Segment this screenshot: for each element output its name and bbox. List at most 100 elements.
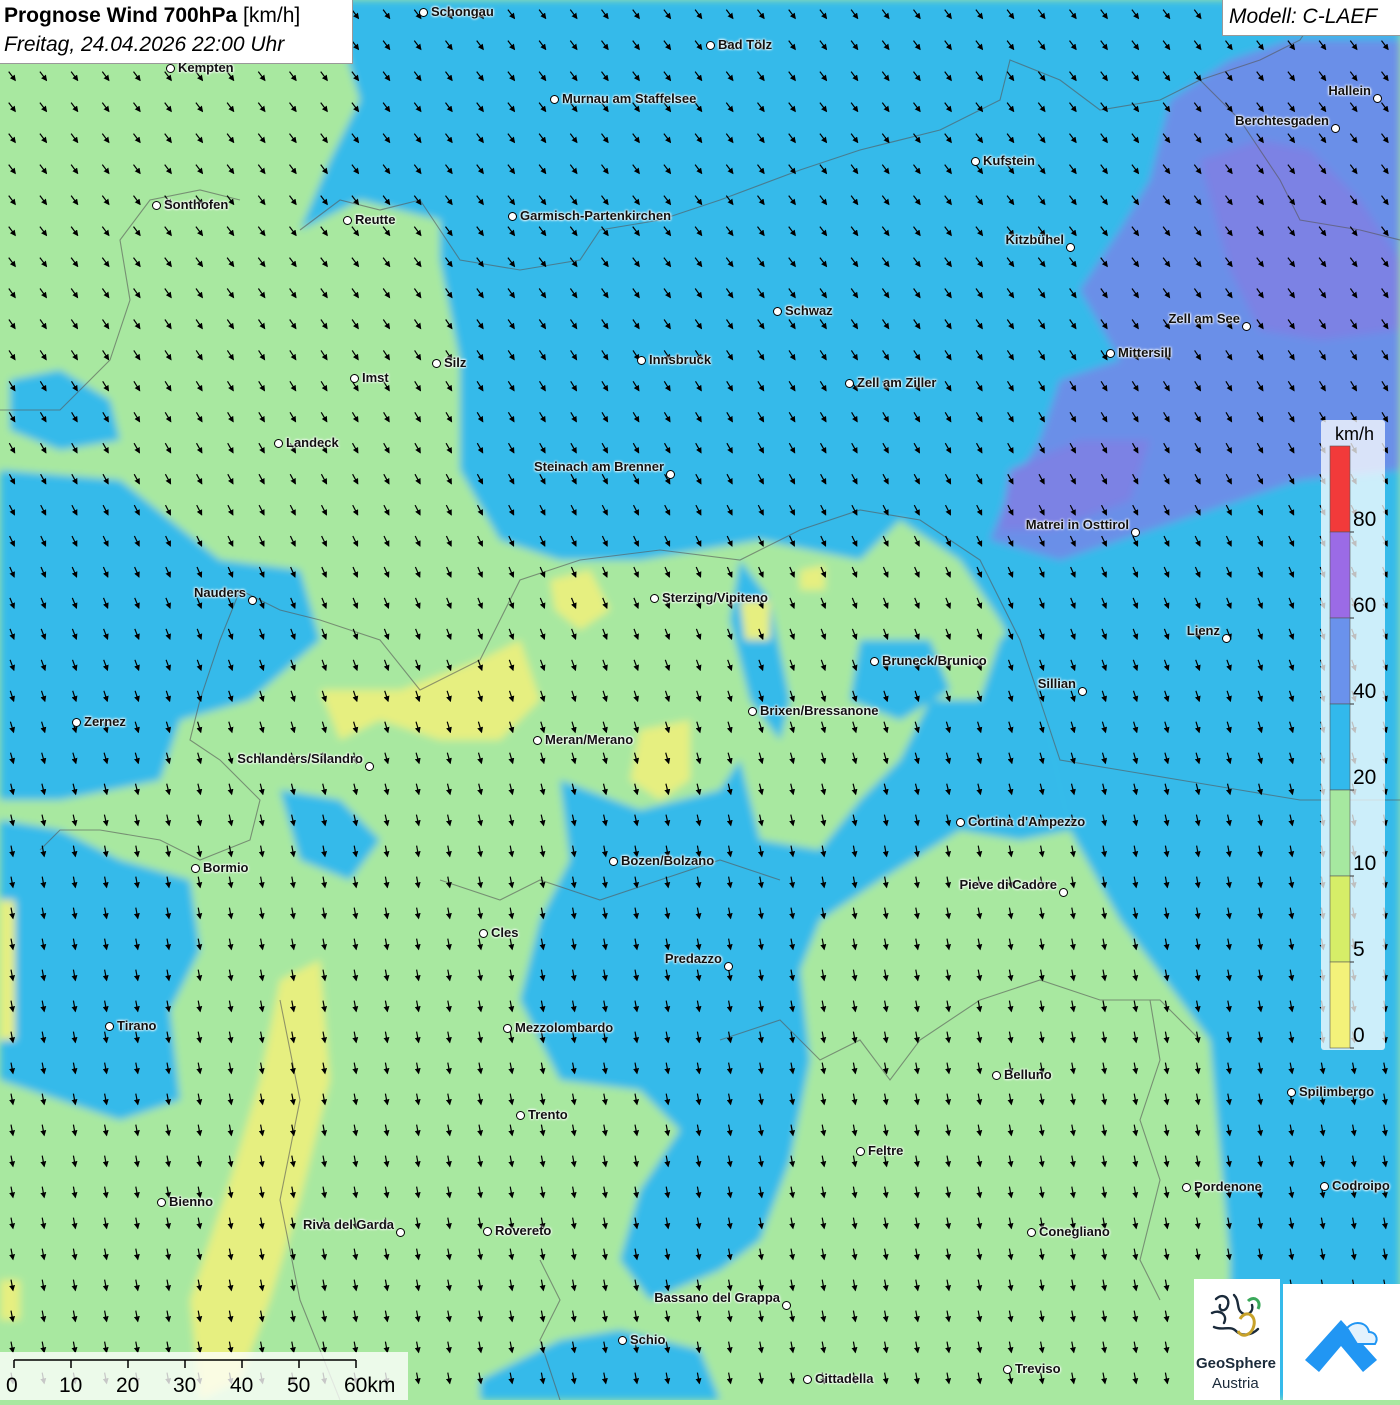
title-unit: [km/h]	[243, 4, 301, 27]
city-label: Lienz	[1186, 623, 1220, 638]
city-label: Zell am Ziller	[857, 375, 937, 390]
city-marker	[1027, 1228, 1036, 1237]
city-marker	[1131, 528, 1140, 537]
city-label: Murnau am Staffelsee	[562, 91, 697, 106]
city-label: Mezzolombardo	[515, 1020, 614, 1035]
legend-tick-label: 60	[1353, 594, 1376, 617]
city-label: Predazzo	[664, 951, 722, 966]
geosphere-icon	[1210, 1293, 1261, 1337]
city-marker	[1003, 1365, 1012, 1374]
city-marker	[782, 1301, 791, 1310]
legend-tick-label: 80	[1353, 508, 1376, 531]
city-label: Meran/Merano	[545, 732, 634, 747]
city-label: Pieve di Cadore	[959, 877, 1057, 892]
city-label: Schongau	[431, 4, 494, 19]
city-marker	[365, 762, 374, 771]
city-marker	[248, 596, 257, 605]
city-marker	[650, 594, 659, 603]
city-marker	[609, 857, 618, 866]
city-label: Spilimbergo	[1299, 1084, 1375, 1099]
city-marker	[803, 1375, 812, 1384]
city-marker	[166, 64, 175, 73]
city-marker	[432, 359, 441, 368]
legend-tick-label: 20	[1353, 766, 1376, 789]
city-label: Silz	[444, 355, 467, 370]
city-label: Kempten	[178, 60, 234, 75]
city-label: Cles	[491, 925, 519, 940]
city-marker	[1287, 1088, 1296, 1097]
scale-label: 20	[116, 1374, 139, 1397]
city-label: Cortina d'Ampezzo	[968, 814, 1086, 829]
scale-label: 60km	[344, 1374, 395, 1397]
city-label: Sillian	[1037, 676, 1076, 691]
city-marker	[666, 470, 675, 479]
legend-swatch	[1329, 617, 1351, 705]
city-marker	[870, 657, 879, 666]
city-label: Pordenone	[1194, 1179, 1262, 1194]
scale-bar: 0 10 20 30 40 50 60km	[0, 1352, 408, 1400]
city-marker	[1242, 322, 1251, 331]
scale-label: 0	[6, 1374, 18, 1397]
city-label: Cittadella	[815, 1371, 874, 1386]
city-label: Schlanders/Silandro	[237, 751, 363, 766]
legend-tick-label: 40	[1353, 680, 1376, 703]
legend-tick-label: 0	[1353, 1024, 1365, 1047]
legend-swatch	[1329, 703, 1351, 791]
city-label: Mittersill	[1118, 345, 1172, 360]
city-marker	[1222, 634, 1231, 643]
city-marker	[992, 1071, 1001, 1080]
city-marker	[1331, 124, 1340, 133]
model-label: Modell: C-LAEF	[1229, 5, 1378, 28]
city-label: Riva del Garda	[302, 1217, 394, 1232]
legend-swatch	[1329, 531, 1351, 619]
city-label: Bad Tölz	[718, 37, 773, 52]
legend-tick-label: 10	[1353, 852, 1376, 875]
city-marker	[724, 962, 733, 971]
city-marker	[856, 1147, 865, 1156]
city-marker	[274, 439, 283, 448]
city-label: Matrei in Osttirol	[1025, 517, 1129, 532]
city-marker	[1066, 243, 1075, 252]
city-marker	[1320, 1182, 1329, 1191]
city-label: Treviso	[1015, 1361, 1061, 1376]
city-label: Bienno	[169, 1194, 214, 1209]
city-marker	[748, 707, 757, 716]
city-marker	[1059, 888, 1068, 897]
city-label: Zernez	[84, 714, 126, 729]
legend-tick-label: 5	[1353, 938, 1365, 961]
city-label: Rovereto	[495, 1223, 552, 1238]
city-label: Feltre	[868, 1143, 904, 1158]
city-marker	[773, 307, 782, 316]
city-marker	[157, 1198, 166, 1207]
legend-swatch	[1329, 875, 1351, 963]
city-label: Garmisch-Partenkirchen	[520, 208, 672, 223]
city-label: Tirano	[117, 1018, 157, 1033]
city-label: Schio	[630, 1332, 666, 1347]
geosphere-name: GeoSphere	[1196, 1355, 1277, 1372]
city-label: Trento	[528, 1107, 568, 1122]
legend-swatch	[1329, 961, 1351, 1049]
city-marker	[971, 157, 980, 166]
scale-ruler: 0 10 20 30 40 50 60km	[6, 1359, 395, 1397]
city-marker	[637, 356, 646, 365]
city-marker	[516, 1111, 525, 1120]
city-label: Conegliano	[1039, 1224, 1110, 1239]
city-marker	[350, 374, 359, 383]
city-marker	[618, 1336, 627, 1345]
city-label: Kufstein	[983, 153, 1035, 168]
scale-label: 10	[59, 1374, 82, 1397]
city-marker	[706, 41, 715, 50]
city-marker	[1182, 1183, 1191, 1192]
app-logo[interactable]	[1283, 1284, 1400, 1400]
geosphere-logo[interactable]: GeoSphere Austria	[1194, 1279, 1280, 1400]
scale-label: 30	[173, 1374, 196, 1397]
city-marker	[343, 216, 352, 225]
city-label: Brixen/Bressanone	[760, 703, 879, 718]
map-title: Prognose Wind 700hPa [km/h]	[4, 4, 301, 27]
app-brand-icon	[1305, 1320, 1378, 1372]
title-box: Prognose Wind 700hPa [km/h] Freitag, 24.…	[0, 0, 353, 64]
city-marker	[956, 818, 965, 827]
city-marker	[152, 201, 161, 210]
legend-swatch	[1329, 789, 1351, 877]
city-marker	[105, 1022, 114, 1031]
